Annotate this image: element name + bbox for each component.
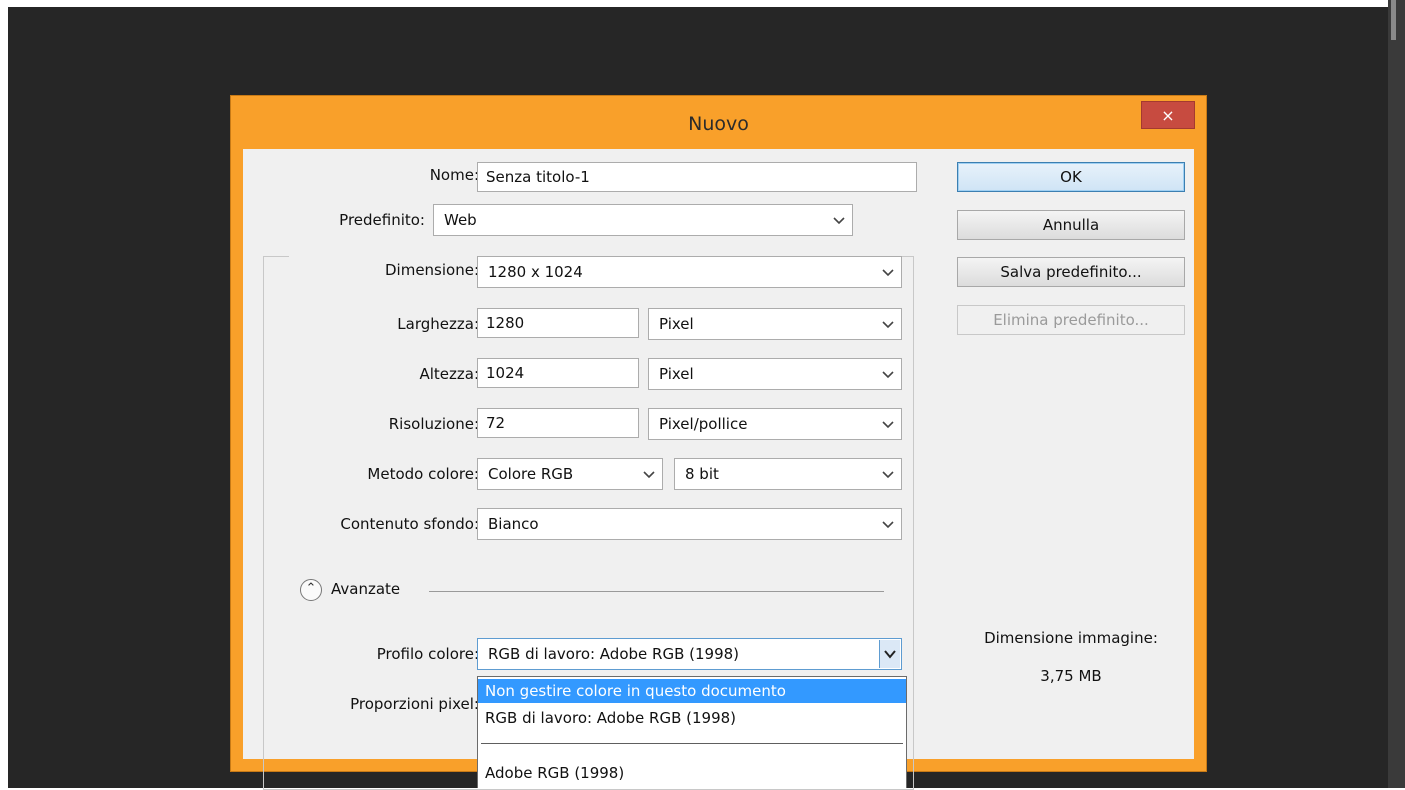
chevron-down-icon	[833, 205, 845, 235]
salva-predefinito-button[interactable]: Salva predefinito...	[957, 257, 1185, 287]
chevron-down-icon	[882, 309, 894, 339]
proporzioni-pixel-label: Proporzioni pixel:	[350, 695, 479, 713]
predefinito-label: Predefinito:	[303, 211, 425, 229]
larghezza-input[interactable]: 1280	[477, 308, 639, 338]
altezza-label: Altezza:	[419, 365, 479, 383]
dialog-client-area: Nome: Senza titolo-1 Predefinito: Web Di…	[243, 149, 1194, 790]
image-size-label: Dimensione immagine:	[984, 629, 1158, 647]
chevron-down-icon	[882, 409, 894, 439]
dropdown-separator	[481, 743, 903, 744]
dropdown-option[interactable]: Non gestire colore in questo documento	[478, 679, 906, 703]
profilo-colore-label: Profilo colore:	[376, 645, 479, 663]
metodo-colore-label: Metodo colore:	[367, 465, 479, 483]
altezza-unit-value: Pixel	[659, 365, 694, 383]
predefinito-value: Web	[444, 211, 477, 229]
altezza-input[interactable]: 1024	[477, 358, 639, 388]
larghezza-unit-select[interactable]: Pixel	[648, 308, 902, 340]
advanced-divider	[429, 591, 884, 592]
contenuto-sfondo-value: Bianco	[488, 515, 539, 533]
nome-input[interactable]: Senza titolo-1	[477, 162, 917, 192]
contenuto-sfondo-label: Contenuto sfondo:	[340, 515, 479, 533]
image-size-value: 3,75 MB	[1040, 667, 1102, 685]
dropdown-option[interactable]: Adobe RGB (1998)	[478, 761, 906, 785]
ok-button[interactable]: OK	[957, 162, 1185, 192]
profilo-colore-value: RGB di lavoro: Adobe RGB (1998)	[488, 645, 740, 663]
metodo-colore-select[interactable]: Colore RGB	[477, 458, 663, 490]
larghezza-unit-value: Pixel	[659, 315, 694, 333]
right-panel-edge	[1388, 0, 1405, 788]
contenuto-sfondo-select[interactable]: Bianco	[477, 508, 902, 540]
chevron-down-icon	[643, 459, 655, 489]
predefinito-select[interactable]: Web	[433, 204, 853, 236]
profilo-colore-dropdown-list: Non gestire colore in questo documento R…	[477, 676, 907, 788]
chevron-down-icon	[882, 257, 894, 287]
collapse-advanced-icon[interactable]: ⌃	[300, 579, 322, 601]
annulla-button[interactable]: Annulla	[957, 210, 1185, 240]
dimensione-select[interactable]: 1280 x 1024	[477, 256, 902, 288]
scrollbar-thumb[interactable]	[1391, 0, 1396, 40]
bit-depth-value: 8 bit	[685, 465, 719, 483]
risoluzione-unit-value: Pixel/pollice	[659, 415, 748, 433]
nome-label: Nome:	[429, 166, 479, 184]
chevron-down-icon	[882, 359, 894, 389]
risoluzione-input[interactable]: 72	[477, 408, 639, 438]
avanzate-label[interactable]: Avanzate	[331, 580, 421, 598]
altezza-unit-select[interactable]: Pixel	[648, 358, 902, 390]
elimina-predefinito-button: Elimina predefinito...	[957, 305, 1185, 335]
profilo-colore-select[interactable]: RGB di lavoro: Adobe RGB (1998)	[477, 638, 902, 670]
chevron-down-icon	[879, 640, 900, 668]
metodo-colore-value: Colore RGB	[488, 465, 574, 483]
close-button[interactable]: ×	[1141, 101, 1195, 129]
dimensione-value: 1280 x 1024	[488, 263, 583, 281]
risoluzione-unit-select[interactable]: Pixel/pollice	[648, 408, 902, 440]
new-document-dialog: Nuovo × Nome: Senza titolo-1 Predefinito…	[231, 96, 1206, 790]
bit-depth-select[interactable]: 8 bit	[674, 458, 902, 490]
dimensione-label: Dimensione:	[384, 261, 479, 279]
dropdown-option[interactable]: RGB di lavoro: Adobe RGB (1998)	[478, 706, 906, 730]
larghezza-label: Larghezza:	[397, 315, 479, 333]
group-line-left	[263, 256, 289, 257]
dialog-title: Nuovo	[688, 113, 749, 135]
risoluzione-label: Risoluzione:	[388, 415, 479, 433]
chevron-down-icon	[882, 459, 894, 489]
chevron-down-icon	[882, 509, 894, 539]
